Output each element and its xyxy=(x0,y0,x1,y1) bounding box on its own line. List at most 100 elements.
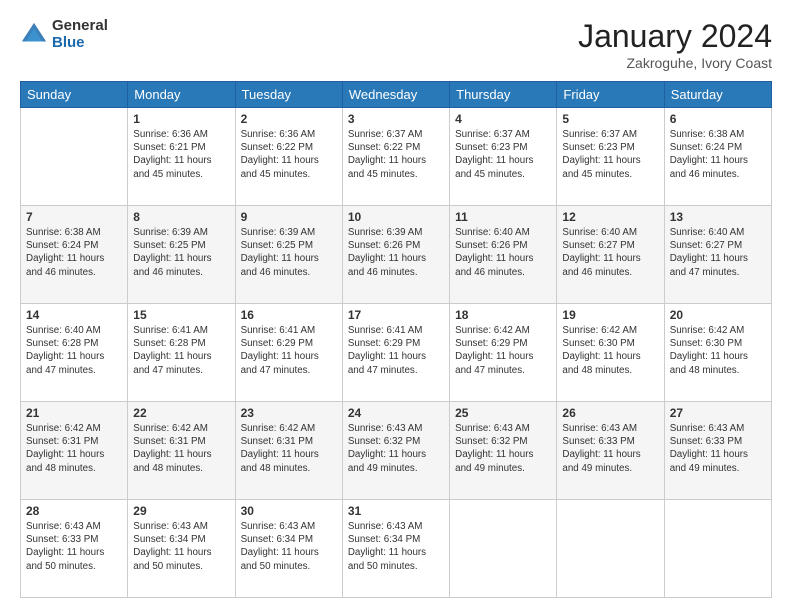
col-header-wednesday: Wednesday xyxy=(342,82,449,108)
day-info: Sunrise: 6:42 AMSunset: 6:31 PMDaylight:… xyxy=(133,422,229,475)
day-info: Sunrise: 6:42 AMSunset: 6:30 PMDaylight:… xyxy=(562,324,658,377)
day-number: 24 xyxy=(348,406,444,420)
day-number: 3 xyxy=(348,112,444,126)
col-header-monday: Monday xyxy=(128,82,235,108)
calendar-cell: 20 Sunrise: 6:42 AMSunset: 6:30 PMDayligh… xyxy=(664,304,771,402)
subtitle: Zakroguhe, Ivory Coast xyxy=(578,55,772,71)
day-info: Sunrise: 6:42 AMSunset: 6:29 PMDaylight:… xyxy=(455,324,551,377)
day-info: Sunrise: 6:40 AMSunset: 6:26 PMDaylight:… xyxy=(455,226,551,279)
day-number: 9 xyxy=(241,210,337,224)
logo-blue: Blue xyxy=(52,35,108,52)
calendar-cell: 8Sunrise: 6:39 AMSunset: 6:25 PMDaylight… xyxy=(128,206,235,304)
day-info: Sunrise: 6:40 AMSunset: 6:27 PMDaylight:… xyxy=(670,226,766,279)
day-info: Sunrise: 6:42 AMSunset: 6:30 PMDaylight:… xyxy=(670,324,766,377)
day-info: Sunrise: 6:43 AMSunset: 6:33 PMDaylight:… xyxy=(562,422,658,475)
main-title: January 2024 xyxy=(578,18,772,55)
header: General Blue January 2024 Zakroguhe, Ivo… xyxy=(20,18,772,71)
day-number: 27 xyxy=(670,406,766,420)
calendar-cell: 12Sunrise: 6:40 AMSunset: 6:27 PMDayligh… xyxy=(557,206,664,304)
logo: General Blue xyxy=(20,18,108,51)
day-info: Sunrise: 6:36 AMSunset: 6:21 PMDaylight:… xyxy=(133,128,229,181)
day-info: Sunrise: 6:39 AMSunset: 6:26 PMDaylight:… xyxy=(348,226,444,279)
logo-general: General xyxy=(52,18,108,35)
day-number: 13 xyxy=(670,210,766,224)
day-number: 20 xyxy=(670,308,766,322)
day-number: 15 xyxy=(133,308,229,322)
col-header-sunday: Sunday xyxy=(21,82,128,108)
week-row-1: 7 Sunrise: 6:38 AMSunset: 6:24 PMDaylight… xyxy=(21,206,772,304)
calendar-cell xyxy=(664,500,771,598)
col-header-tuesday: Tuesday xyxy=(235,82,342,108)
week-row-3: 21Sunrise: 6:42 AMSunset: 6:31 PMDayligh… xyxy=(21,402,772,500)
calendar-cell: 18Sunrise: 6:42 AMSunset: 6:29 PMDayligh… xyxy=(450,304,557,402)
day-number: 22 xyxy=(133,406,229,420)
day-number: 25 xyxy=(455,406,551,420)
day-info: Sunrise: 6:43 AMSunset: 6:32 PMDaylight:… xyxy=(455,422,551,475)
calendar-cell: 15 Sunrise: 6:41 AMSunset: 6:28 PMDayligh… xyxy=(128,304,235,402)
day-number: 1 xyxy=(133,112,229,126)
day-number: 30 xyxy=(241,504,337,518)
day-number: 14 xyxy=(26,308,122,322)
calendar-cell xyxy=(21,108,128,206)
calendar-cell: 1 Sunrise: 6:36 AMSunset: 6:21 PMDaylight… xyxy=(128,108,235,206)
day-number: 8 xyxy=(133,210,229,224)
calendar-cell: 21Sunrise: 6:42 AMSunset: 6:31 PMDayligh… xyxy=(21,402,128,500)
day-info: Sunrise: 6:38 AMSunset: 6:24 PMDaylight:… xyxy=(26,226,122,279)
day-number: 6 xyxy=(670,112,766,126)
day-number: 31 xyxy=(348,504,444,518)
calendar-cell xyxy=(557,500,664,598)
calendar-cell: 23Sunrise: 6:42 AMSunset: 6:31 PMDayligh… xyxy=(235,402,342,500)
logo-text: General Blue xyxy=(52,18,108,51)
col-header-saturday: Saturday xyxy=(664,82,771,108)
week-row-2: 14 Sunrise: 6:40 AMSunset: 6:28 PMDayligh… xyxy=(21,304,772,402)
day-info: Sunrise: 6:37 AMSunset: 6:22 PMDaylight:… xyxy=(348,128,444,181)
calendar-cell: 14 Sunrise: 6:40 AMSunset: 6:28 PMDayligh… xyxy=(21,304,128,402)
day-number: 29 xyxy=(133,504,229,518)
calendar-cell: 2 Sunrise: 6:36 AMSunset: 6:22 PMDaylight… xyxy=(235,108,342,206)
calendar-cell: 11Sunrise: 6:40 AMSunset: 6:26 PMDayligh… xyxy=(450,206,557,304)
day-info: Sunrise: 6:43 AMSunset: 6:34 PMDaylight:… xyxy=(348,520,444,573)
day-number: 17 xyxy=(348,308,444,322)
calendar-cell: 28Sunrise: 6:43 AMSunset: 6:33 PMDayligh… xyxy=(21,500,128,598)
day-info: Sunrise: 6:43 AMSunset: 6:34 PMDaylight:… xyxy=(241,520,337,573)
calendar-cell: 10 Sunrise: 6:39 AMSunset: 6:26 PMDayligh… xyxy=(342,206,449,304)
day-number: 5 xyxy=(562,112,658,126)
calendar-cell: 29 Sunrise: 6:43 AMSunset: 6:34 PMDayligh… xyxy=(128,500,235,598)
calendar-cell: 19 Sunrise: 6:42 AMSunset: 6:30 PMDayligh… xyxy=(557,304,664,402)
calendar-cell: 30 Sunrise: 6:43 AMSunset: 6:34 PMDayligh… xyxy=(235,500,342,598)
calendar-cell: 9Sunrise: 6:39 AMSunset: 6:25 PMDaylight… xyxy=(235,206,342,304)
page: General Blue January 2024 Zakroguhe, Ivo… xyxy=(0,0,792,612)
day-number: 26 xyxy=(562,406,658,420)
day-info: Sunrise: 6:42 AMSunset: 6:31 PMDaylight:… xyxy=(26,422,122,475)
title-block: January 2024 Zakroguhe, Ivory Coast xyxy=(578,18,772,71)
day-info: Sunrise: 6:41 AMSunset: 6:28 PMDaylight:… xyxy=(133,324,229,377)
calendar-cell: 7 Sunrise: 6:38 AMSunset: 6:24 PMDaylight… xyxy=(21,206,128,304)
week-row-4: 28Sunrise: 6:43 AMSunset: 6:33 PMDayligh… xyxy=(21,500,772,598)
day-info: Sunrise: 6:36 AMSunset: 6:22 PMDaylight:… xyxy=(241,128,337,181)
day-info: Sunrise: 6:41 AMSunset: 6:29 PMDaylight:… xyxy=(241,324,337,377)
day-info: Sunrise: 6:43 AMSunset: 6:33 PMDaylight:… xyxy=(670,422,766,475)
day-info: Sunrise: 6:37 AMSunset: 6:23 PMDaylight:… xyxy=(562,128,658,181)
day-info: Sunrise: 6:43 AMSunset: 6:33 PMDaylight:… xyxy=(26,520,122,573)
day-info: Sunrise: 6:43 AMSunset: 6:34 PMDaylight:… xyxy=(133,520,229,573)
calendar-cell: 5 Sunrise: 6:37 AMSunset: 6:23 PMDaylight… xyxy=(557,108,664,206)
day-info: Sunrise: 6:43 AMSunset: 6:32 PMDaylight:… xyxy=(348,422,444,475)
day-info: Sunrise: 6:42 AMSunset: 6:31 PMDaylight:… xyxy=(241,422,337,475)
calendar-cell: 24 Sunrise: 6:43 AMSunset: 6:32 PMDayligh… xyxy=(342,402,449,500)
calendar-cell: 4Sunrise: 6:37 AMSunset: 6:23 PMDaylight… xyxy=(450,108,557,206)
day-info: Sunrise: 6:37 AMSunset: 6:23 PMDaylight:… xyxy=(455,128,551,181)
calendar-cell: 27 Sunrise: 6:43 AMSunset: 6:33 PMDayligh… xyxy=(664,402,771,500)
day-number: 19 xyxy=(562,308,658,322)
day-number: 7 xyxy=(26,210,122,224)
day-number: 10 xyxy=(348,210,444,224)
day-number: 2 xyxy=(241,112,337,126)
day-number: 12 xyxy=(562,210,658,224)
calendar-cell: 22 Sunrise: 6:42 AMSunset: 6:31 PMDayligh… xyxy=(128,402,235,500)
day-info: Sunrise: 6:40 AMSunset: 6:28 PMDaylight:… xyxy=(26,324,122,377)
day-info: Sunrise: 6:38 AMSunset: 6:24 PMDaylight:… xyxy=(670,128,766,181)
calendar-cell: 17Sunrise: 6:41 AMSunset: 6:29 PMDayligh… xyxy=(342,304,449,402)
calendar-cell: 13 Sunrise: 6:40 AMSunset: 6:27 PMDayligh… xyxy=(664,206,771,304)
week-row-0: 1 Sunrise: 6:36 AMSunset: 6:21 PMDaylight… xyxy=(21,108,772,206)
calendar-cell: 16 Sunrise: 6:41 AMSunset: 6:29 PMDayligh… xyxy=(235,304,342,402)
day-number: 16 xyxy=(241,308,337,322)
